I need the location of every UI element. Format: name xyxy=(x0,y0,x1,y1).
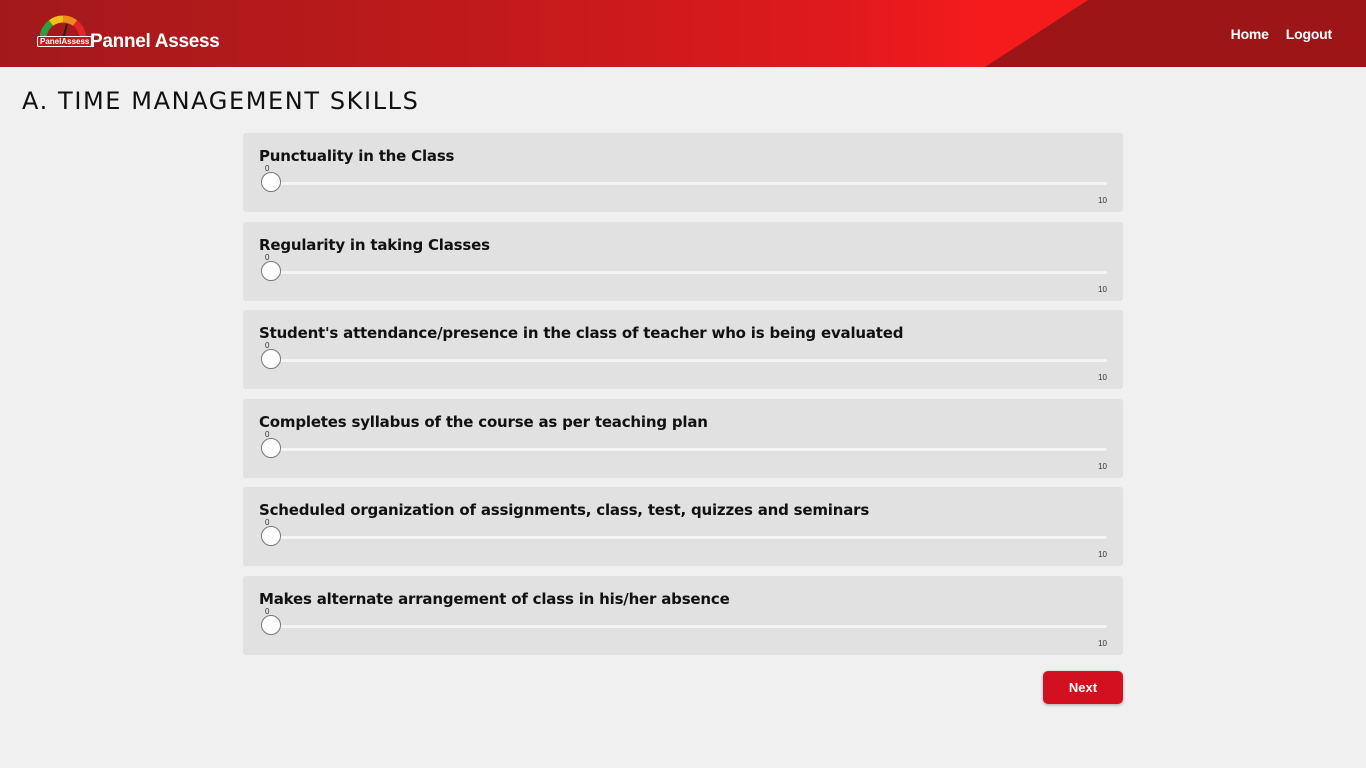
rating-slider[interactable]: 0 10 xyxy=(261,253,1107,296)
slider-thumb[interactable] xyxy=(261,260,281,281)
brand-name: Pannel Assess xyxy=(90,31,220,52)
question-card: Completes syllabus of the course as per … xyxy=(243,398,1123,478)
question-card: Student's attendance/presence in the cla… xyxy=(243,310,1123,389)
question-card: Punctuality in the Class 0 10 xyxy=(243,133,1123,212)
slider-track[interactable] xyxy=(261,536,1107,539)
section-title: A. TIME MANAGEMENT SKILLS xyxy=(22,87,420,115)
question-label: Scheduled organization of assignments, c… xyxy=(259,501,870,519)
slider-thumb[interactable] xyxy=(261,349,281,369)
next-button[interactable]: Next xyxy=(1043,671,1123,704)
slider-max-label: 10 xyxy=(1098,638,1107,648)
question-label: Punctuality in the Class xyxy=(259,147,455,165)
rating-slider[interactable]: 0 10 xyxy=(261,518,1107,561)
slider-track[interactable] xyxy=(261,182,1107,185)
slider-thumb[interactable] xyxy=(261,437,281,458)
rating-slider[interactable]: 0 10 xyxy=(261,607,1107,650)
question-card: Makes alternate arrangement of class in … xyxy=(243,575,1123,655)
slider-track[interactable] xyxy=(261,359,1107,362)
question-label: Makes alternate arrangement of class in … xyxy=(259,589,730,608)
question-card: Scheduled organization of assignments, c… xyxy=(243,487,1123,566)
nav-home-link[interactable]: Home xyxy=(1231,26,1269,42)
slider-max-label: 10 xyxy=(1098,196,1107,205)
rating-slider[interactable]: 0 10 xyxy=(261,164,1107,207)
nav-logout-link[interactable]: Logout xyxy=(1286,26,1332,42)
question-label: Regularity in taking Classes xyxy=(259,235,490,254)
slider-max-label: 10 xyxy=(1098,461,1107,471)
gauge-logo-icon: PanelAssess xyxy=(37,10,93,48)
slider-track[interactable] xyxy=(261,624,1107,628)
slider-thumb[interactable] xyxy=(261,526,281,546)
slider-thumb[interactable] xyxy=(261,614,281,635)
question-list: Punctuality in the Class 0 10 Regularity… xyxy=(243,133,1123,664)
slider-max-label: 10 xyxy=(1098,373,1107,382)
top-nav: Home Logout xyxy=(1231,26,1333,42)
slider-max-label: 10 xyxy=(1098,284,1107,294)
slider-track[interactable] xyxy=(261,270,1107,274)
slider-track[interactable] xyxy=(261,447,1107,451)
top-header: PanelAssess Pannel Assess Home Logout xyxy=(0,0,1366,67)
rating-slider[interactable]: 0 10 xyxy=(261,430,1107,473)
slider-thumb[interactable] xyxy=(261,172,281,192)
rating-slider[interactable]: 0 10 xyxy=(261,341,1107,384)
question-label: Completes syllabus of the course as per … xyxy=(259,412,708,431)
question-label: Student's attendance/presence in the cla… xyxy=(259,324,904,342)
logo-text: PanelAssess xyxy=(37,36,93,47)
slider-max-label: 10 xyxy=(1098,550,1107,559)
question-card: Regularity in taking Classes 0 10 xyxy=(243,221,1123,301)
